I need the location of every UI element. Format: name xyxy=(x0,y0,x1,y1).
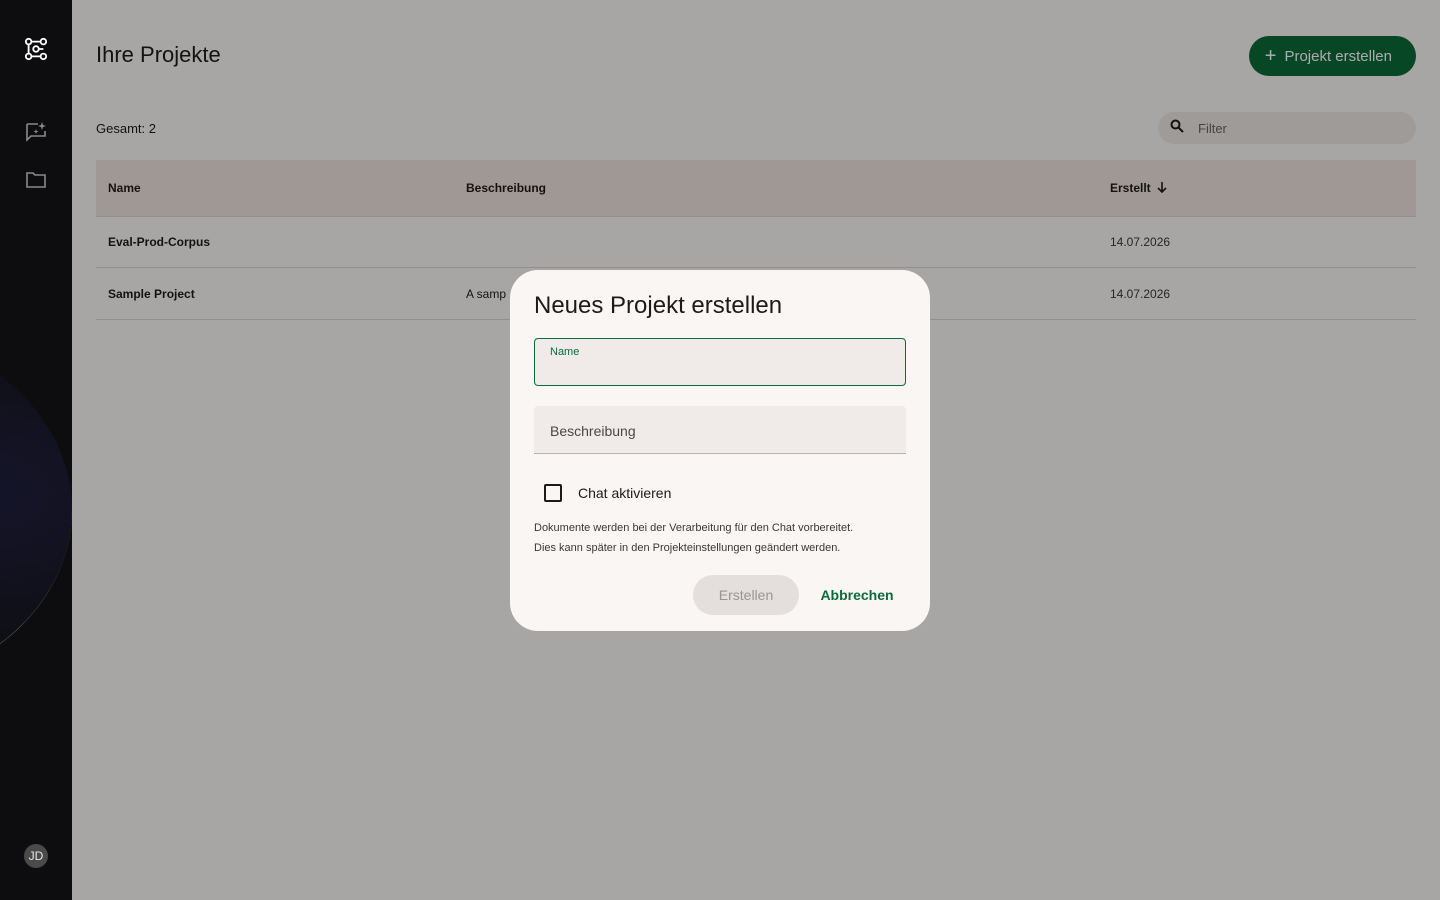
workflow-logo-icon[interactable] xyxy=(24,37,48,61)
chat-enable-option[interactable]: Chat aktivieren xyxy=(544,484,671,502)
name-field-label: Name xyxy=(550,346,580,358)
sidebar: JD xyxy=(0,0,72,900)
name-field[interactable]: Name xyxy=(534,338,906,386)
chat-sparkle-icon[interactable] xyxy=(24,120,48,144)
chat-hint-line: Dies kann später in den Projekteinstellu… xyxy=(534,542,841,554)
dialog-title: Neues Projekt erstellen xyxy=(534,292,783,319)
description-field-label: Beschreibung xyxy=(550,423,636,439)
create-project-dialog: Neues Projekt erstellen Name Beschreibun… xyxy=(510,270,930,631)
chat-enable-label: Chat aktivieren xyxy=(578,485,672,501)
sidebar-decoration xyxy=(0,330,72,690)
description-field[interactable]: Beschreibung xyxy=(534,406,906,454)
name-input[interactable] xyxy=(550,361,890,379)
submit-button[interactable]: Erstellen xyxy=(693,575,799,615)
chat-hint-text: Dokumente werden bei der Verarbeitung fü… xyxy=(534,518,906,558)
chat-enable-checkbox[interactable] xyxy=(544,484,562,502)
cancel-button[interactable]: Abbrechen xyxy=(809,575,905,615)
folder-icon[interactable] xyxy=(24,168,48,192)
chat-hint-line: Dokumente werden bei der Verarbeitung fü… xyxy=(534,522,854,534)
avatar[interactable]: JD xyxy=(24,844,48,868)
